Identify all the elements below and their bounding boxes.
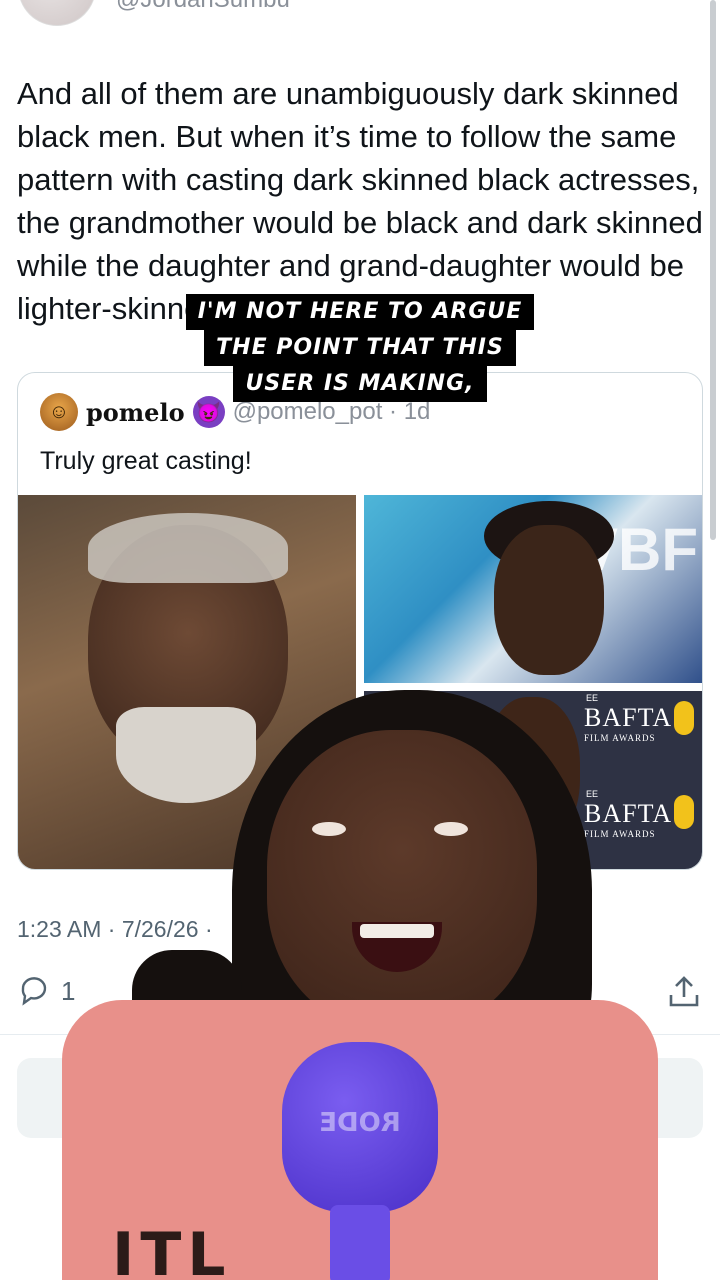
elder-hair — [88, 513, 288, 583]
presenter-face — [267, 730, 537, 1030]
quoted-tweet-text: Truly great casting! — [40, 447, 252, 475]
presenter-overlay: ITL RODE — [62, 690, 658, 1280]
caption-line-1: I'M NOT HERE TO ARGUE — [185, 294, 535, 330]
actor-face — [494, 525, 604, 675]
ee-badge-icon — [674, 795, 694, 829]
caption-line-3: USER IS MAKING, — [233, 366, 487, 402]
shirt-text: ITL — [112, 1220, 232, 1280]
scrollbar[interactable] — [710, 0, 716, 540]
presenter-teeth — [360, 924, 434, 938]
presenter-eye — [434, 822, 468, 836]
tweet-text: And all of them are unambiguously dark s… — [17, 76, 703, 326]
share-icon — [669, 976, 699, 1007]
quoted-author-handle-time: @pomelo_pot · 1d — [232, 398, 431, 425]
presenter-eye — [312, 822, 346, 836]
media-image-actor-1[interactable]: VBF — [364, 495, 702, 683]
author-handle[interactable]: @JordanSumbu — [116, 0, 290, 14]
share-button[interactable] — [667, 975, 701, 1009]
ee-badge-icon — [674, 701, 694, 735]
reply-icon — [21, 977, 47, 1006]
microphone-stem — [330, 1205, 390, 1280]
microphone-brand: RODE — [319, 1108, 401, 1138]
author-avatar[interactable] — [18, 0, 96, 26]
video-caption: I'M NOT HERE TO ARGUE THE POINT THAT THI… — [0, 294, 720, 402]
caption-line-2: THE POINT THAT THIS — [204, 330, 516, 366]
